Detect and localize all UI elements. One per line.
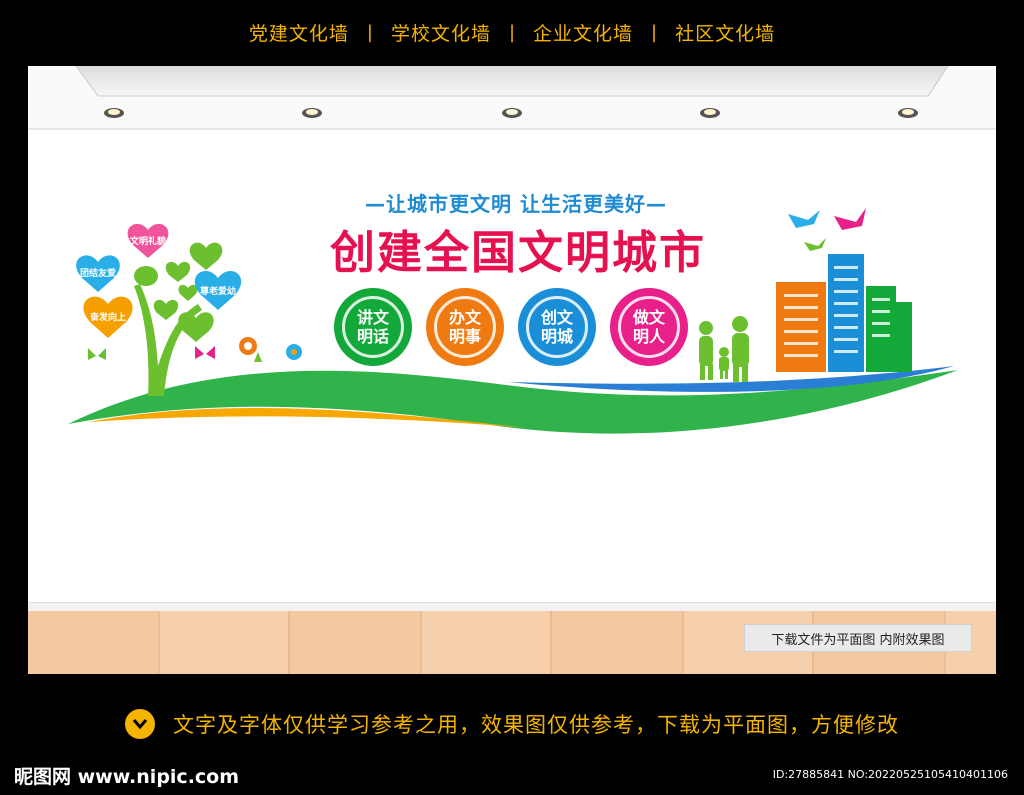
family-icon <box>699 316 749 382</box>
badge-do-civil: 办文 明事 <box>426 288 504 366</box>
image-id: ID:27885841 NO:20220525105410401106 <box>772 768 1008 781</box>
butterfly-icon <box>88 348 106 360</box>
badge-speak-civil: 讲文 明话 <box>334 288 412 366</box>
wall-slogan: —让城市更文明 让生活更美好— <box>365 192 667 216</box>
nav-item-community[interactable]: 社区文化墙 <box>657 19 793 46</box>
wall-main-title: 创建全国文明城市 <box>329 226 706 279</box>
heart-label: 团结友爱 <box>79 269 116 279</box>
badge-be-civil: 做文 明人 <box>610 288 688 366</box>
flower-icon <box>239 337 302 362</box>
preview-notice: 下载文件为平面图 内附效果图 <box>744 624 972 652</box>
city-buildings-icon <box>776 254 912 372</box>
nav-item-enterprise[interactable]: 企业文化墙 <box>515 19 651 46</box>
wall-artwork <box>68 208 958 434</box>
badge-label: 做文 明人 <box>618 296 680 358</box>
badge-label: 讲文 明话 <box>342 296 404 358</box>
usage-note: 文字及字体仅供学习参考之用，效果图仅供参考，下载为平面图，方便修改 <box>173 713 899 737</box>
bird-icon <box>788 208 866 251</box>
badge-label: 创文 明城 <box>526 296 588 358</box>
room-mockup: —让城市更文明 让生活更美好— 创建全国文明城市 讲文 明话 办文 明事 创文 明城 … <box>28 66 996 674</box>
badge-create-civil-city: 创文 明城 <box>518 288 596 366</box>
heart-label: 文明礼貌 <box>129 237 166 247</box>
bottom-description: 文字及字体仅供学习参考之用，效果图仅供参考，下载为平面图，方便修改 <box>0 700 1024 748</box>
heart-label: 奋发向上 <box>89 313 126 323</box>
badge-label: 办文 明事 <box>434 296 496 358</box>
top-nav: 党建文化墙 | 学校文化墙 | 企业文化墙 | 社区文化墙 <box>0 0 1024 64</box>
butterfly-icon <box>195 346 215 359</box>
nav-item-party[interactable]: 党建文化墙 <box>231 19 367 46</box>
chevron-down-icon <box>125 709 155 739</box>
heart-label: 尊老爱幼 <box>199 287 236 297</box>
site-logo[interactable]: 昵图网 www.nipic.com <box>14 762 239 789</box>
nav-item-school[interactable]: 学校文化墙 <box>373 19 509 46</box>
